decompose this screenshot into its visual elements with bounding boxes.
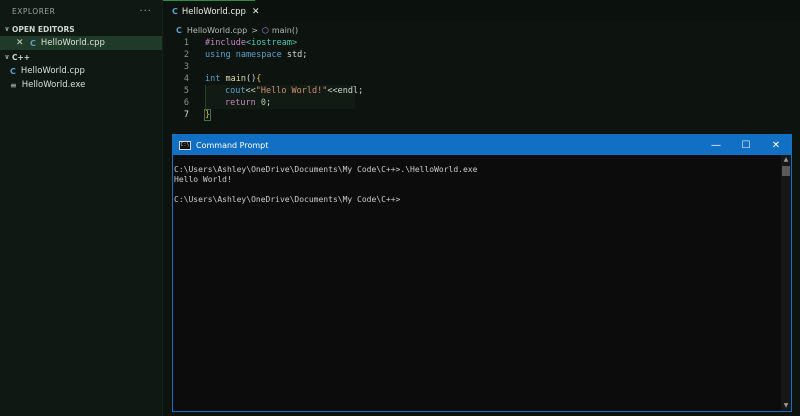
code-text: using namespace std;	[205, 50, 307, 60]
scrollbar-thumb[interactable]	[782, 166, 790, 176]
terminal-line: C:\Users\Ashley\OneDrive\Documents\My Co…	[174, 195, 401, 204]
window-controls: — ☐ ✕	[701, 135, 791, 155]
cpp-file-icon: C	[10, 66, 16, 76]
scroll-up-icon[interactable]: ▲	[781, 155, 791, 165]
open-editor-item[interactable]: ✕ C HelloWorld.cpp	[0, 36, 162, 50]
close-icon[interactable]: ✕	[761, 135, 791, 155]
code-text: cout<<"Hello World!"<<endl;	[225, 86, 363, 96]
code-token: ;	[265, 98, 272, 108]
breadcrumb-symbol[interactable]: main()	[272, 26, 298, 35]
minimize-icon[interactable]: —	[701, 135, 731, 155]
line-number: 5	[183, 86, 189, 96]
code-text: }	[203, 109, 212, 121]
chevron-down-icon: ∨	[4, 25, 10, 33]
command-prompt-window[interactable]: C:\ Command Prompt — ☐ ✕ C:\Users\Ashley…	[172, 134, 792, 412]
code-token: <<endl;	[327, 86, 364, 96]
function-symbol-icon: ⬡	[261, 25, 269, 35]
code-text: int main(){	[205, 74, 261, 84]
file-name: HelloWorld.cpp	[20, 66, 85, 76]
close-editor-icon[interactable]: ✕	[16, 38, 30, 48]
terminal-output[interactable]: C:\Users\Ashley\OneDrive\Documents\My Co…	[173, 155, 781, 411]
code-token: ()	[245, 74, 257, 84]
close-tab-icon[interactable]: ✕	[252, 7, 260, 17]
code-line: 7 }	[163, 109, 800, 121]
explorer-header: EXPLORER ···	[0, 0, 162, 22]
code-editor[interactable]: 1 #include<iostream> 2 using namespace s…	[163, 37, 800, 127]
line-number: 6	[183, 98, 189, 108]
line-number: 3	[183, 62, 189, 72]
code-token: main	[225, 74, 246, 84]
code-line: 5 cout<<"Hello World!"<<endl;	[163, 85, 800, 97]
maximize-icon[interactable]: ☐	[731, 135, 761, 155]
code-text: return 0;	[225, 98, 271, 108]
cpp-file-icon: C	[30, 38, 36, 48]
code-text: #include<iostream>	[205, 38, 297, 48]
binary-file-icon: ≡	[10, 80, 17, 90]
explorer-sidebar: EXPLORER ··· ∨ OPEN EDITORS ✕ C HelloWor…	[0, 0, 163, 416]
open-editors-label: OPEN EDITORS	[12, 24, 75, 34]
terminal-line: Hello World!	[174, 175, 232, 184]
folder-header[interactable]: ∨ C++	[0, 50, 162, 64]
tab-helloworld-cpp[interactable]: C HelloWorld.cpp ✕	[163, 0, 260, 22]
terminal-icon: C:\	[179, 140, 191, 150]
tab-label: HelloWorld.cpp	[181, 6, 246, 17]
file-name: HelloWorld.exe	[21, 80, 86, 90]
code-line: 3	[163, 61, 800, 73]
code-line: 1 #include<iostream>	[163, 37, 800, 49]
code-token: }	[203, 109, 212, 121]
terminal-line: C:\Users\Ashley\OneDrive\Documents\My Co…	[174, 165, 478, 174]
code-token: {	[256, 74, 262, 84]
open-editors-header[interactable]: ∨ OPEN EDITORS	[0, 22, 162, 36]
code-token: <iostream>	[245, 38, 298, 48]
window-title: Command Prompt	[196, 140, 269, 150]
explorer-title: EXPLORER	[12, 6, 56, 16]
chevron-down-icon: ∨	[4, 53, 10, 61]
file-item-cpp[interactable]: C HelloWorld.cpp	[0, 64, 162, 78]
folder-label: C++	[12, 52, 31, 62]
file-item-exe[interactable]: ≡ HelloWorld.exe	[0, 78, 162, 92]
scrollbar[interactable]: ▲ ▼	[781, 155, 791, 411]
code-token: "Hello World!"	[255, 86, 328, 96]
window-titlebar[interactable]: C:\ Command Prompt — ☐ ✕	[173, 135, 791, 155]
editor-tabs: C HelloWorld.cpp ✕	[163, 0, 800, 22]
breadcrumb: C HelloWorld.cpp > ⬡ main()	[176, 24, 298, 36]
code-token: cout	[225, 86, 246, 96]
code-token: int	[205, 74, 226, 84]
line-number: 2	[183, 50, 189, 60]
open-editor-filename: HelloWorld.cpp	[40, 38, 105, 48]
code-line: 6 return 0;	[163, 97, 800, 109]
breadcrumb-file[interactable]: HelloWorld.cpp	[187, 26, 247, 35]
line-number: 1	[183, 38, 189, 48]
more-actions-icon[interactable]: ···	[139, 6, 152, 17]
cpp-file-icon: C	[172, 7, 178, 16]
indent-guide	[205, 85, 206, 109]
folder-section: ∨ C++ C HelloWorld.cpp ≡ HelloWorld.exe	[0, 50, 162, 92]
code-token: <<	[245, 86, 256, 96]
code-token: using namespace	[205, 50, 282, 60]
breadcrumb-separator: >	[251, 25, 258, 35]
code-line: 4 int main(){	[163, 73, 800, 85]
cpp-file-icon: C	[176, 25, 182, 35]
line-number: 4	[183, 74, 189, 84]
code-token: return	[225, 98, 261, 108]
line-number: 7	[183, 110, 189, 120]
code-token: std;	[281, 50, 308, 60]
open-editors-section: ∨ OPEN EDITORS ✕ C HelloWorld.cpp	[0, 22, 162, 50]
code-line: 2 using namespace std;	[163, 49, 800, 61]
code-token: #include	[205, 38, 246, 48]
scroll-down-icon[interactable]: ▼	[781, 401, 791, 411]
